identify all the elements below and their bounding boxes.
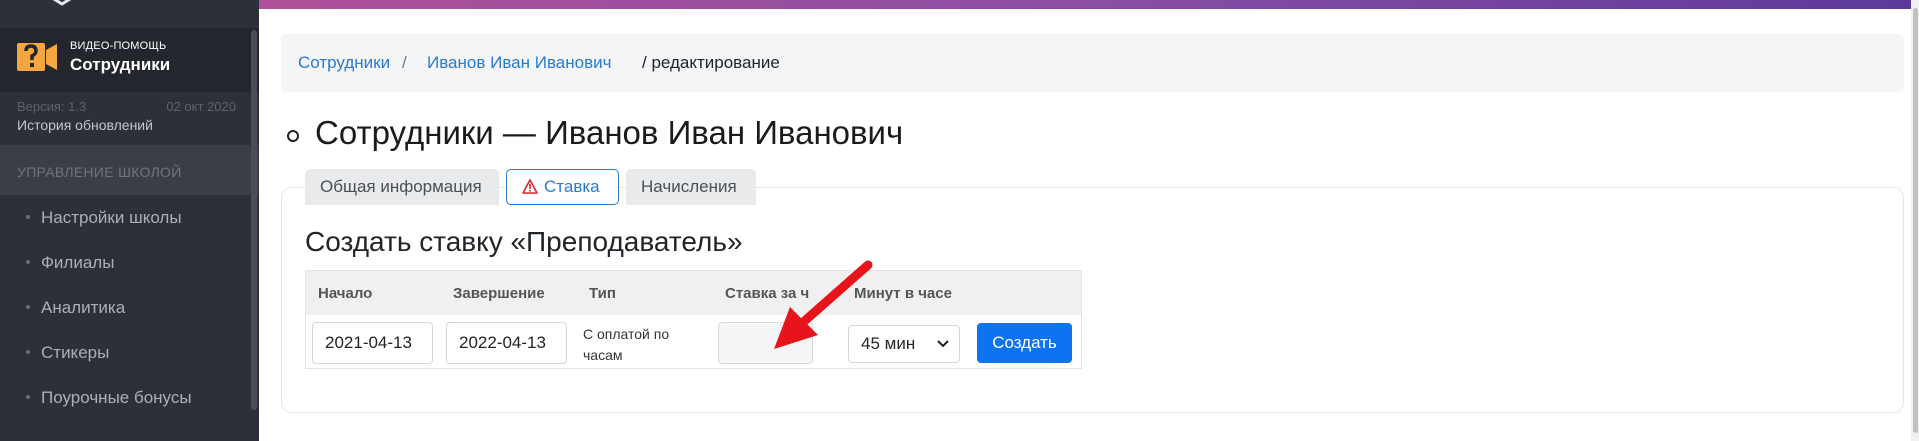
chevron-down-icon [937,340,949,348]
end-date-input[interactable]: 2022-04-13 [446,322,567,364]
video-help-title: Сотрудники [70,55,171,74]
sidebar-item-branches[interactable]: Филиалы [0,240,259,285]
version-date: 02 окт 2020 [166,99,236,114]
breadcrumb-current: / редактирование [642,53,780,72]
create-button[interactable]: Создать [977,323,1072,363]
logo-icon [52,0,72,6]
sidebar-item-lesson-bonuses[interactable]: Поурочные бонусы [0,375,259,420]
sidebar-menu: Настройки школы Филиалы Аналитика Стикер… [0,195,259,420]
tab-label: Общая информация [320,177,482,196]
breadcrumb-employee-link[interactable]: Иванов Иван Иванович [427,34,611,92]
warning-icon [522,179,538,194]
breadcrumb-separator: / [402,53,407,72]
page-title: Сотрудники — Иванов Иван Иванович [315,114,904,151]
column-header-start: Начало [318,285,373,302]
page-scrollbar-thumb[interactable] [1913,8,1918,433]
video-help-caption: ВИДЕО-ПОМОЩЬ [70,40,167,52]
video-help-icon [17,43,57,71]
top-gradient-bar [259,0,1914,9]
column-header-type: Тип [589,285,616,302]
title-circle-icon [287,130,299,142]
sidebar-section-label: УПРАВЛЕНИЕ ШКОЛОЙ [17,164,182,180]
tab-label: Начисления [641,177,737,196]
sidebar-section-school: УПРАВЛЕНИЕ ШКОЛОЙ [0,145,259,195]
video-help-block[interactable]: ВИДЕО-ПОМОЩЬ Сотрудники [0,28,259,92]
tab-rate[interactable]: Ставка [506,169,619,205]
annotation-arrow-icon [774,260,873,349]
sidebar-item-stickers[interactable]: Стикеры [0,330,259,375]
start-date-input[interactable]: 2021-04-13 [312,322,433,364]
version-label: Версия: 1.3 [17,99,87,114]
table-header: Начало Завершение Тип Ставка за ч Минут … [306,271,1081,315]
sidebar: ВИДЕО-ПОМОЩЬ Сотрудники Версия: 1.3 02 о… [0,0,259,441]
tab-general-info[interactable]: Общая информация [305,169,499,205]
rate-table: Начало Завершение Тип Ставка за ч Минут … [305,270,1082,369]
history-link[interactable]: История обновлений [17,117,153,133]
tab-label: Ставка [544,177,600,196]
rate-type-text: С оплатой по часам [583,326,670,363]
breadcrumb: Сотрудники / Иванов Иван Иванович / реда… [281,34,1904,92]
tab-accruals[interactable]: Начисления [626,169,756,205]
column-header-end: Завершение [453,285,545,302]
breadcrumb-employees-link[interactable]: Сотрудники [298,34,390,92]
form-title: Создать ставку «Преподаватель» [305,226,743,257]
sidebar-item-school-settings[interactable]: Настройки школы [0,195,259,240]
sidebar-item-analytics[interactable]: Аналитика [0,285,259,330]
sidebar-scrollbar[interactable] [251,30,257,410]
